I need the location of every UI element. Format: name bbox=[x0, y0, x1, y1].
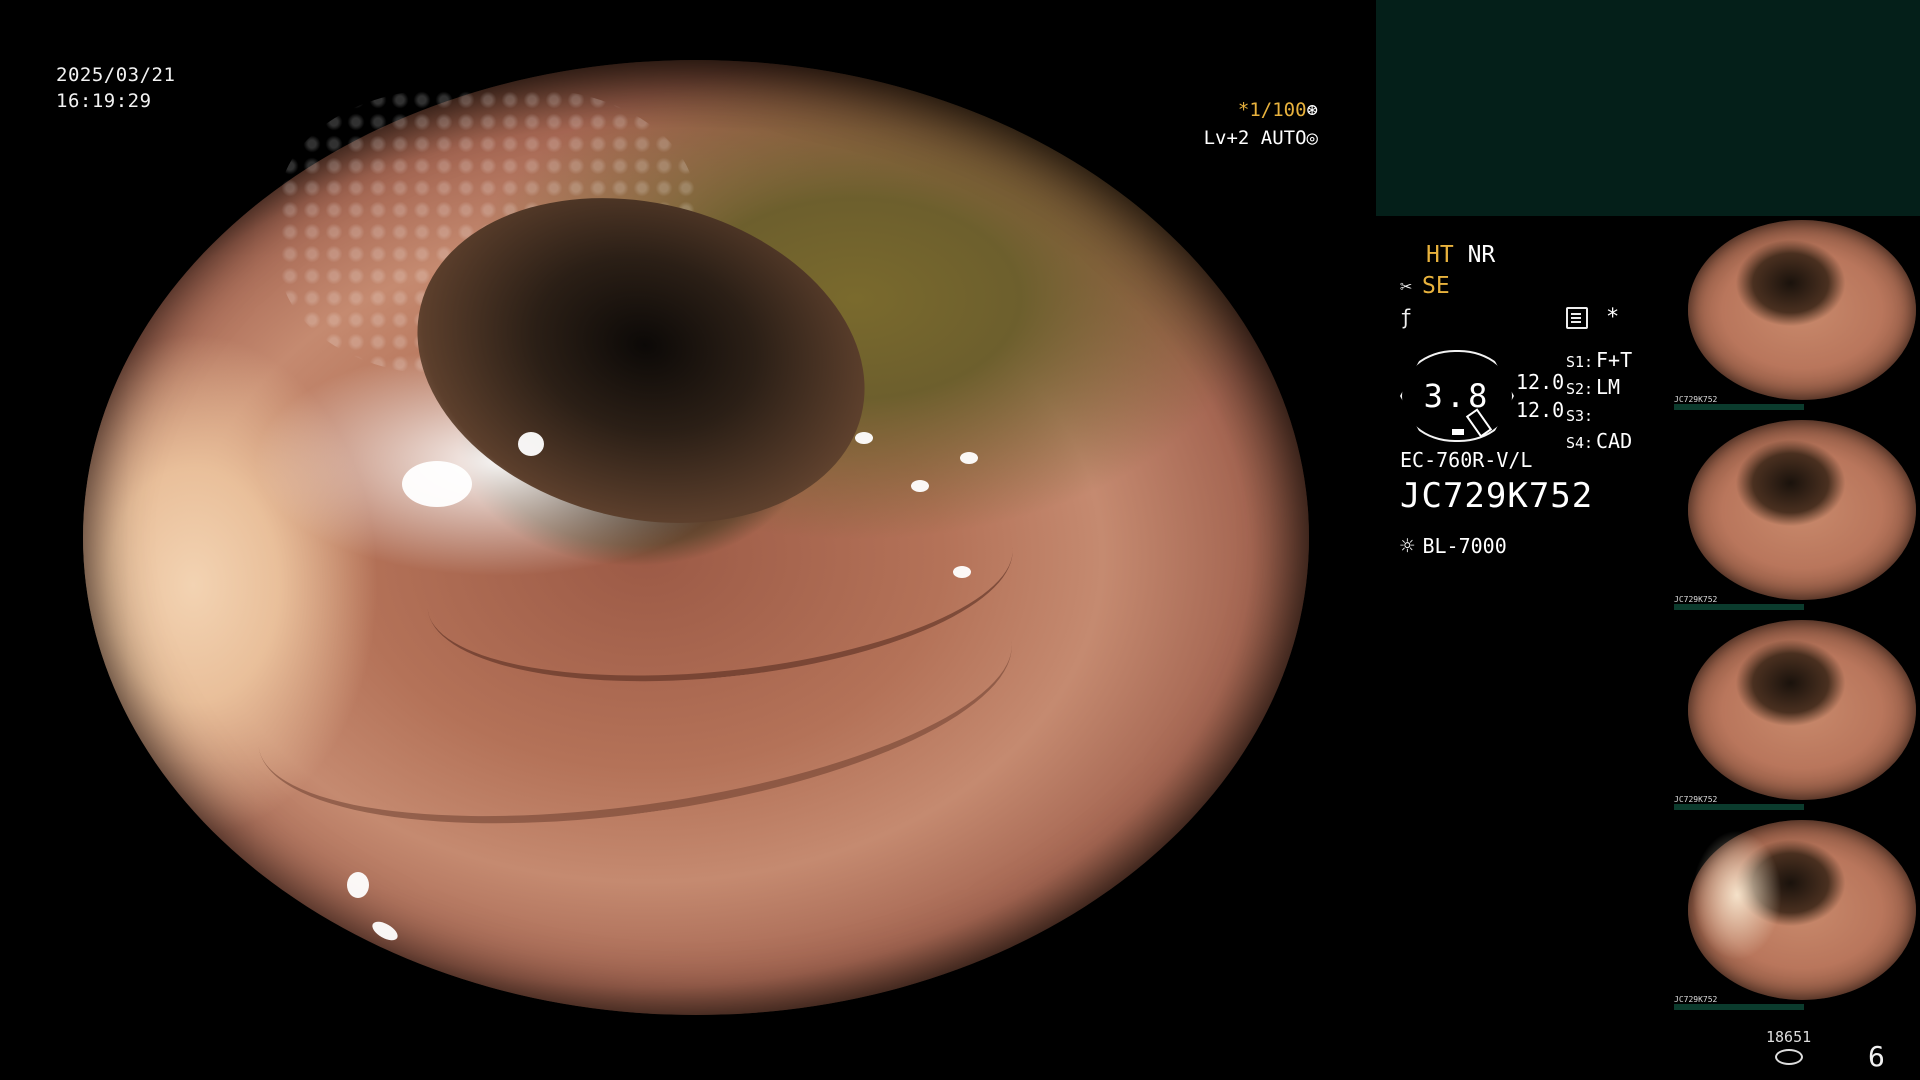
slot-s2: S2: LM bbox=[1566, 375, 1621, 399]
ht-label: HT bbox=[1426, 242, 1454, 268]
aux-row: ƒ bbox=[1400, 302, 1670, 333]
thumbnail-bar bbox=[1674, 804, 1804, 810]
thumbnail[interactable]: JC729K752 bbox=[1674, 218, 1920, 410]
thumbnail-image bbox=[1688, 420, 1916, 600]
image-counter: 18651 bbox=[1766, 1030, 1811, 1065]
ht-nr-row: HT NR bbox=[1426, 240, 1670, 271]
light-reflection bbox=[855, 432, 874, 445]
thumbnail-label: JC729K752 bbox=[1674, 595, 1718, 604]
gauge-value: 3.8 bbox=[1423, 377, 1491, 415]
page-number: 6 bbox=[1868, 1040, 1885, 1073]
info-panel: HT NR ✂ SE ƒ bbox=[1400, 240, 1670, 333]
datetime: 2025/03/21 16:19:29 bbox=[56, 62, 175, 114]
thumbnail[interactable]: JC729K752 bbox=[1674, 818, 1920, 1010]
thumbnail-bar bbox=[1674, 1004, 1804, 1010]
status-icons: * bbox=[1566, 305, 1619, 330]
thumbnail-label: JC729K752 bbox=[1674, 395, 1718, 404]
gauge-frame: 3.8 bbox=[1400, 350, 1514, 442]
light-reflection bbox=[346, 871, 369, 898]
disk-icon bbox=[1774, 1049, 1803, 1065]
shutter-speed: *1/100⊛ bbox=[1237, 99, 1318, 121]
light-source-label: BL-7000 bbox=[1422, 534, 1507, 558]
sun-icon: ☼ bbox=[1400, 532, 1415, 560]
slot-s3: S3: bbox=[1566, 407, 1594, 425]
light-reflection bbox=[910, 480, 929, 493]
light-reflection bbox=[369, 918, 401, 945]
nr-label: NR bbox=[1467, 242, 1496, 268]
counter-value: 18651 bbox=[1766, 1028, 1812, 1046]
thumbnail-highlight bbox=[1692, 830, 1782, 960]
thumbnail[interactable]: JC729K752 bbox=[1674, 418, 1920, 610]
se-label: SE bbox=[1422, 273, 1450, 299]
asterisk-indicator: * bbox=[1606, 305, 1620, 330]
date: 2025/03/21 bbox=[56, 64, 176, 86]
thumbnail-image bbox=[1688, 220, 1916, 400]
slot-s1: S1: F+T bbox=[1566, 348, 1633, 372]
se-row: ✂ SE bbox=[1400, 271, 1670, 302]
value-1: 12.0 bbox=[1516, 370, 1565, 394]
brightness-level: Lv+2 AUTO◎ bbox=[1203, 127, 1318, 149]
scissors-icon: ✂ bbox=[1400, 274, 1413, 298]
reference-window bbox=[1376, 0, 1920, 216]
thumbnail-label: JC729K752 bbox=[1674, 795, 1718, 804]
thumbnail-label: JC729K752 bbox=[1674, 995, 1718, 1004]
gauge: 3.8 bbox=[1400, 350, 1520, 442]
switch-assignments: S1: F+T S2: LM S3: S4: CAD bbox=[1566, 348, 1632, 456]
value-column: 12.0 12.0 bbox=[1516, 368, 1564, 424]
light-reflection bbox=[959, 451, 978, 464]
light-source: ☼ BL-7000 bbox=[1400, 532, 1507, 560]
endoscope-view bbox=[83, 60, 1309, 1015]
thumbnail-image bbox=[1688, 620, 1916, 800]
scope-serial: JC729K752 bbox=[1400, 476, 1594, 516]
thumbnail-bar bbox=[1674, 604, 1804, 610]
memo-icon bbox=[1566, 306, 1588, 329]
thumbnail-strip: JC729K752 JC729K752 JC729K752 JC729K752 bbox=[1674, 218, 1920, 1018]
slot-s4: S4: CAD bbox=[1566, 429, 1633, 453]
gauge-marker bbox=[1452, 429, 1464, 435]
value-2: 12.0 bbox=[1516, 398, 1565, 422]
time: 16:19:29 bbox=[56, 90, 152, 112]
light-reflection bbox=[401, 461, 472, 508]
scope-model: EC-760R-V/L bbox=[1400, 448, 1533, 472]
iris-icon: ◎ bbox=[1306, 127, 1318, 149]
cursive-f-icon: ƒ bbox=[1400, 305, 1413, 329]
scope-status: *1/100⊛ Lv+2 AUTO◎ bbox=[1188, 96, 1318, 152]
thumbnail-bar bbox=[1674, 404, 1804, 410]
thumbnail[interactable]: JC729K752 bbox=[1674, 618, 1920, 810]
aperture-icon: ⊛ bbox=[1306, 99, 1318, 121]
